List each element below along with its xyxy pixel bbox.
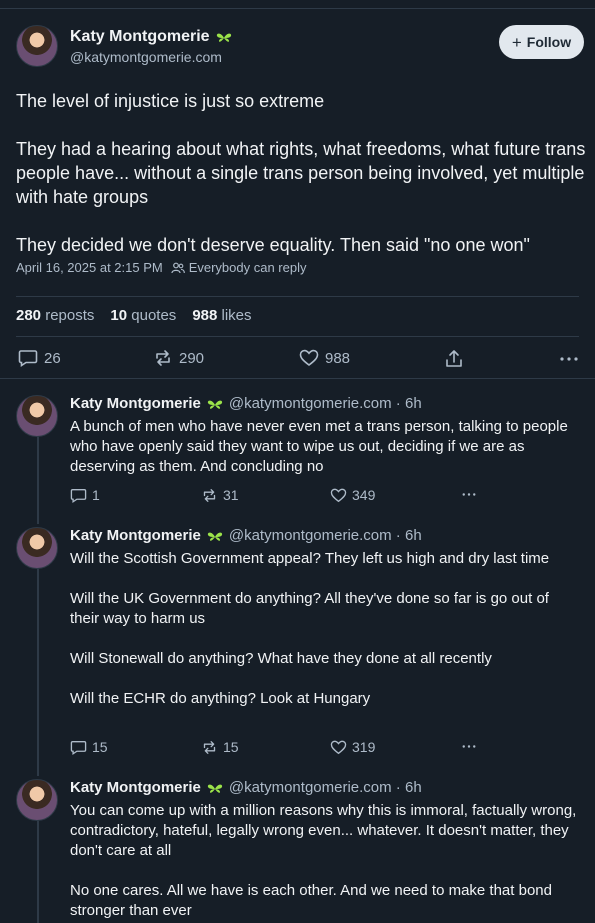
- like-count: 988: [325, 349, 351, 367]
- post-paragraph: The level of injustice is just so extrem…: [16, 91, 325, 111]
- quotes-label: quotes: [131, 307, 177, 324]
- reposts-stat[interactable]: 280 reposts: [16, 307, 94, 324]
- people-icon: [171, 262, 185, 273]
- divider: [16, 336, 579, 337]
- heart-icon: [330, 740, 347, 754]
- reply-paragraph: You can come up with a million reasons w…: [70, 802, 577, 859]
- butterfly-icon: [207, 399, 223, 409]
- author-name-row[interactable]: Katy Montgomerie: [70, 28, 232, 46]
- reply-count: 15: [92, 739, 108, 755]
- heart-icon: [330, 488, 347, 502]
- avatar[interactable]: [16, 527, 58, 569]
- reply-paragraph: No one cares. All we have is each other.…: [70, 882, 552, 919]
- reply-text: A bunch of men who have never even met a…: [70, 417, 580, 477]
- repost-button[interactable]: 15: [201, 739, 239, 755]
- more-dots-icon: [462, 493, 476, 496]
- repost-button[interactable]: 290: [153, 349, 204, 367]
- reposts-label: reposts: [45, 307, 95, 324]
- repost-count: 290: [179, 349, 205, 367]
- reply-count: 26: [44, 349, 61, 367]
- quotes-stat[interactable]: 10 quotes: [110, 307, 176, 324]
- reply-button[interactable]: 1: [70, 487, 100, 503]
- author-name[interactable]: Katy Montgomerie: [70, 527, 201, 544]
- divider: [16, 296, 579, 297]
- more-button[interactable]: [559, 349, 579, 369]
- like-count: 349: [352, 487, 376, 503]
- more-dots-icon: [462, 745, 476, 748]
- divider: [0, 378, 595, 379]
- reply-setting-label: Everybody can reply: [188, 260, 307, 275]
- handle-and-time[interactable]: @katymontgomerie.com · 6h: [229, 779, 422, 796]
- reply-actions: 1 31 349: [70, 487, 490, 505]
- speech-bubble-icon: [70, 488, 87, 503]
- post-timestamp: April 16, 2025 at 2:15 PM: [16, 260, 163, 275]
- share-button[interactable]: [444, 349, 464, 369]
- reply-count: 1: [92, 487, 100, 503]
- speech-bubble-icon: [70, 740, 87, 755]
- reply-actions: 15 15 319: [70, 739, 490, 757]
- follow-label: Follow: [526, 34, 572, 50]
- share-icon: [446, 350, 462, 367]
- handle-and-time[interactable]: @katymontgomerie.com · 6h: [229, 395, 422, 412]
- reply-text: Will the Scottish Government appeal? The…: [70, 549, 580, 709]
- reply-post[interactable]: Katy Montgomerie @katymontgomerie.com · …: [0, 395, 595, 515]
- reposts-count: 280: [16, 307, 42, 324]
- more-dots-icon: [560, 357, 578, 361]
- reply-header: Katy Montgomerie @katymontgomerie.com · …: [70, 395, 422, 412]
- reply-setting: Everybody can reply: [171, 260, 307, 275]
- butterfly-icon: [207, 531, 223, 541]
- post-paragraph: They had a hearing about what rights, wh…: [16, 139, 586, 207]
- reply-button[interactable]: 26: [18, 349, 61, 367]
- avatar[interactable]: [16, 25, 58, 67]
- speech-bubble-icon: [18, 350, 38, 367]
- reply-paragraph: Will the Scottish Government appeal? The…: [70, 550, 550, 567]
- repost-count: 15: [223, 739, 239, 755]
- repost-icon: [156, 350, 170, 366]
- more-button[interactable]: [460, 487, 478, 502]
- reply-button[interactable]: 15: [70, 739, 108, 755]
- author-name[interactable]: Katy Montgomerie: [70, 28, 210, 46]
- repost-icon: [203, 488, 216, 502]
- author-name[interactable]: Katy Montgomerie: [70, 395, 201, 412]
- repost-button[interactable]: 31: [201, 487, 239, 503]
- butterfly-icon: [216, 32, 232, 42]
- post-meta: April 16, 2025 at 2:15 PM Everybody can …: [16, 260, 306, 275]
- follow-button[interactable]: + Follow: [499, 25, 584, 59]
- avatar[interactable]: [16, 395, 58, 437]
- like-button[interactable]: 349: [330, 487, 375, 503]
- post-actions: 26 290 988: [0, 349, 595, 373]
- butterfly-icon: [207, 783, 223, 793]
- like-count: 319: [352, 739, 376, 755]
- author-name[interactable]: Katy Montgomerie: [70, 779, 201, 796]
- reply-paragraph: Will the UK Government do anything? All …: [70, 590, 549, 627]
- likes-count: 988: [192, 307, 218, 324]
- handle-and-time[interactable]: @katymontgomerie.com · 6h: [229, 527, 422, 544]
- post-stats: 280 reposts 10 quotes 988 likes: [16, 307, 252, 324]
- reply-text: You can come up with a million reasons w…: [70, 801, 580, 921]
- avatar[interactable]: [16, 779, 58, 821]
- like-button[interactable]: 988: [299, 349, 350, 367]
- quotes-count: 10: [110, 307, 128, 324]
- reply-paragraph: Will the ECHR do anything? Look at Hunga…: [70, 690, 371, 707]
- repost-icon: [203, 740, 216, 754]
- author-handle[interactable]: @katymontgomerie.com: [70, 49, 222, 65]
- reply-post[interactable]: Katy Montgomerie @katymontgomerie.com · …: [0, 527, 595, 767]
- post-text: The level of injustice is just so extrem…: [16, 89, 586, 257]
- post-paragraph: They decided we don't deserve equality. …: [16, 235, 530, 255]
- more-button[interactable]: [460, 739, 478, 754]
- reply-paragraph: A bunch of men who have never even met a…: [70, 418, 568, 475]
- reply-post[interactable]: Katy Montgomerie @katymontgomerie.com · …: [0, 779, 595, 923]
- reply-paragraph: Will Stonewall do anything? What have th…: [70, 650, 492, 667]
- top-divider: [0, 8, 595, 9]
- heart-icon: [299, 349, 319, 367]
- reply-header: Katy Montgomerie @katymontgomerie.com · …: [70, 779, 422, 796]
- repost-count: 31: [223, 487, 239, 503]
- reply-header: Katy Montgomerie @katymontgomerie.com · …: [70, 527, 422, 544]
- likes-label: likes: [221, 307, 252, 324]
- plus-icon: +: [511, 32, 522, 52]
- like-button[interactable]: 319: [330, 739, 375, 755]
- likes-stat[interactable]: 988 likes: [192, 307, 251, 324]
